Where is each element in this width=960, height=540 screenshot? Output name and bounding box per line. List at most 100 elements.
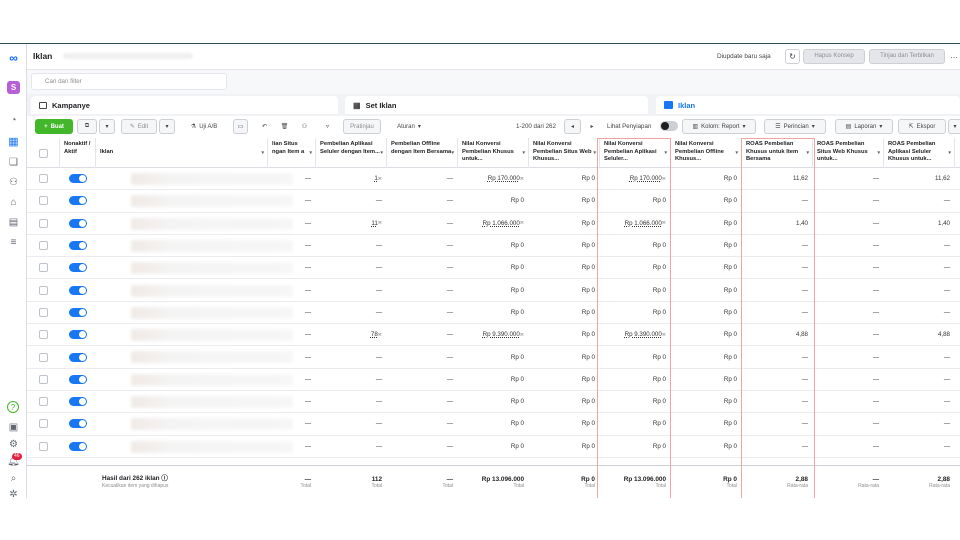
trash-icon[interactable]: 🗑︎	[277, 119, 292, 134]
edit-dropdown-chevron-icon[interactable]: ▾	[159, 119, 175, 134]
comment-icon[interactable]: ▿	[320, 119, 335, 134]
ab-test-button[interactable]: ⚗ Uji A/B	[183, 119, 225, 134]
duplicate-icon[interactable]: ⧉	[77, 119, 97, 134]
col-roas-app[interactable]: ROAS Pembelian Aplikasi Seluler Khusus u…	[884, 138, 955, 168]
reports-dropdown[interactable]: ▤ Laporan ▾	[835, 119, 893, 134]
search-icon[interactable]: ⌕	[7, 472, 20, 485]
duplicate-dropdown-chevron-icon[interactable]: ▾	[99, 119, 115, 134]
col-website-purchase[interactable]: lian Situs ngan Item a ▾	[268, 138, 316, 168]
account-avatar[interactable]: S	[7, 81, 20, 94]
table-row[interactable]: — 1 ≍ — Rp 170.000 ≍ Rp 0 Rp 170.000 ≍ Rp 0 11,…	[27, 168, 960, 191]
col-conv-value-app[interactable]: Nilai Konversi Pembelian Aplikasi Selule…	[600, 138, 671, 168]
table-row[interactable]: — — — Rp 0 Rp 0 Rp 0 Rp 0 — — —	[27, 302, 960, 325]
export-button[interactable]: ⇱ Ekspor	[898, 119, 946, 134]
col-conv-value-offline[interactable]: Nilai Konversi Pembelian Offline Khusus.…	[671, 138, 742, 168]
row-checkbox[interactable]	[39, 352, 48, 362]
table-row[interactable]: — — — Rp 0 Rp 0 Rp 0 Rp 0 — — —	[27, 436, 960, 458]
status-toggle[interactable]	[69, 241, 87, 251]
status-toggle[interactable]	[69, 285, 87, 295]
tab-ads[interactable]: Iklan	[656, 96, 960, 114]
col-app-purchase[interactable]: Pembelian Aplikasi Seluler dengan Item..…	[316, 138, 387, 168]
table-row[interactable]: —78 ≍ — Rp 9.390.000 ≍ Rp 0 Rp 9.390.000 ≍ Rp…	[27, 324, 960, 347]
status-toggle[interactable]	[69, 330, 87, 340]
col-roas-shared[interactable]: ROAS Pembelian Khusus untuk Item Bersama…	[742, 138, 813, 168]
meta-logo-icon[interactable]: ∞	[7, 52, 20, 65]
clipboard-icon[interactable]: ▭	[233, 119, 248, 134]
tab-campaigns[interactable]: Kampanye	[31, 96, 338, 114]
col-conv-value-web[interactable]: Nilai Konversi Pembelian Situs Web Khusu…	[529, 138, 600, 168]
undo-icon[interactable]: ↶	[257, 119, 272, 134]
search-filter-input[interactable]: Cari dan filter	[31, 73, 227, 90]
status-toggle[interactable]	[69, 352, 87, 362]
col-conv-value-shared[interactable]: Nilai Konversi Pembelian Khusus untuk...…	[458, 138, 529, 168]
row-checkbox[interactable]	[39, 241, 48, 251]
row-checkbox[interactable]	[39, 441, 48, 451]
campaigns-grid-icon[interactable]: ▦	[7, 136, 20, 149]
status-toggle[interactable]	[69, 218, 87, 228]
status-toggle[interactable]	[69, 374, 87, 384]
edit-button[interactable]: ✎ Edit	[121, 119, 157, 134]
info-icon[interactable]: ⓘ	[161, 475, 167, 482]
next-page-icon[interactable]: ▸	[585, 119, 599, 134]
help-icon[interactable]: ?	[7, 401, 19, 413]
row-checkbox[interactable]	[39, 263, 48, 273]
cell-value[interactable]: Rp 170.000	[630, 175, 662, 182]
menu-icon[interactable]: ≡	[7, 236, 20, 249]
status-toggle[interactable]	[69, 441, 87, 451]
status-toggle[interactable]	[69, 263, 87, 273]
row-checkbox[interactable]	[39, 374, 48, 384]
table-row[interactable]: —11 ≍ — Rp 1.066.000 ≍ Rp 0 Rp 1.066.000 ≍ Rp…	[27, 213, 960, 235]
row-checkbox[interactable]	[39, 397, 48, 407]
row-checkbox[interactable]	[39, 285, 48, 295]
col-ad[interactable]: Iklan ▾	[96, 138, 268, 168]
more-horizontal-icon[interactable]: …	[950, 49, 960, 64]
row-checkbox[interactable]	[39, 174, 48, 184]
row-checkbox[interactable]	[39, 330, 48, 340]
col-roas-web[interactable]: ROAS Pembelian Situs Web Khusus untuk...…	[813, 138, 884, 168]
report-icon[interactable]: ▣	[7, 421, 20, 434]
cell-value[interactable]: Rp 9.390.000	[483, 331, 520, 338]
row-checkbox[interactable]	[39, 196, 48, 206]
table-row[interactable]: — — — Rp 0 Rp 0 Rp 0 Rp 0 — — —	[27, 190, 960, 213]
settings-gear-icon[interactable]: ⚙	[7, 438, 20, 451]
pages-icon[interactable]: ❏	[7, 156, 20, 169]
review-publish-button[interactable]: Tinjau dan Terbitkan	[869, 49, 945, 64]
tab-adsets[interactable]: ▦ Set Iklan	[345, 96, 648, 114]
prev-page-icon[interactable]: ◂	[564, 119, 581, 134]
table-row[interactable]: — — — Rp 0 Rp 0 Rp 0 Rp 0 — — —	[27, 391, 960, 414]
refresh-icon[interactable]: ↻	[785, 49, 800, 64]
col-status[interactable]: Nonaktif / Aktif	[60, 138, 96, 168]
status-toggle[interactable]	[69, 419, 87, 429]
row-checkbox[interactable]	[39, 218, 48, 228]
row-checkbox[interactable]	[39, 419, 48, 429]
view-setup-toggle[interactable]	[660, 121, 678, 131]
columns-dropdown[interactable]: ▥ Kolom: Report ▾	[682, 119, 756, 134]
cell-value[interactable]: Rp 9.390.000	[625, 331, 662, 338]
status-toggle[interactable]	[69, 196, 87, 206]
dashboard-icon[interactable]: ◔	[7, 114, 20, 127]
cell-value[interactable]: Rp 1.066.000	[483, 220, 520, 227]
table-row[interactable]: — — — Rp 0 Rp 0 Rp 0 Rp 0 — — —	[27, 257, 960, 280]
cell-value[interactable]: Rp 170.000	[488, 175, 520, 182]
status-toggle[interactable]	[69, 174, 87, 184]
col-offline-purchase[interactable]: Pembelian Offline dengan Item Bersama ▾	[387, 138, 458, 168]
billing-icon[interactable]: ▤	[7, 216, 20, 229]
table-row[interactable]: — — — Rp 0 Rp 0 Rp 0 Rp 0 — — —	[27, 346, 960, 369]
cell-value[interactable]: 78	[371, 331, 378, 338]
cell-value[interactable]: Rp 1.066.000	[625, 220, 662, 227]
bug-icon[interactable]: ✲	[7, 488, 20, 498]
rules-dropdown[interactable]: Aturan ▾	[387, 119, 431, 134]
preview-button[interactable]: Pratinjau	[343, 119, 381, 134]
delete-draft-button[interactable]: Hapus Konsep	[803, 49, 865, 64]
people-icon[interactable]: ⚇	[297, 119, 312, 134]
audiences-icon[interactable]: ⚇	[7, 176, 20, 189]
status-toggle[interactable]	[69, 307, 87, 317]
create-button[interactable]: + Buat	[35, 119, 73, 134]
select-all-checkbox[interactable]	[38, 148, 48, 158]
table-row[interactable]: — — — Rp 0 Rp 0 Rp 0 Rp 0 — — —	[27, 235, 960, 258]
table-row[interactable]: — — — Rp 0 Rp 0 Rp 0 Rp 0 — — —	[27, 413, 960, 436]
export-chevron-icon[interactable]: ▾	[948, 119, 960, 134]
status-toggle[interactable]	[69, 397, 87, 407]
table-row[interactable]: — — — Rp 0 Rp 0 Rp 0 Rp 0 — — —	[27, 369, 960, 391]
table-row[interactable]: — — — Rp 0 Rp 0 Rp 0 Rp 0 — — —	[27, 280, 960, 302]
